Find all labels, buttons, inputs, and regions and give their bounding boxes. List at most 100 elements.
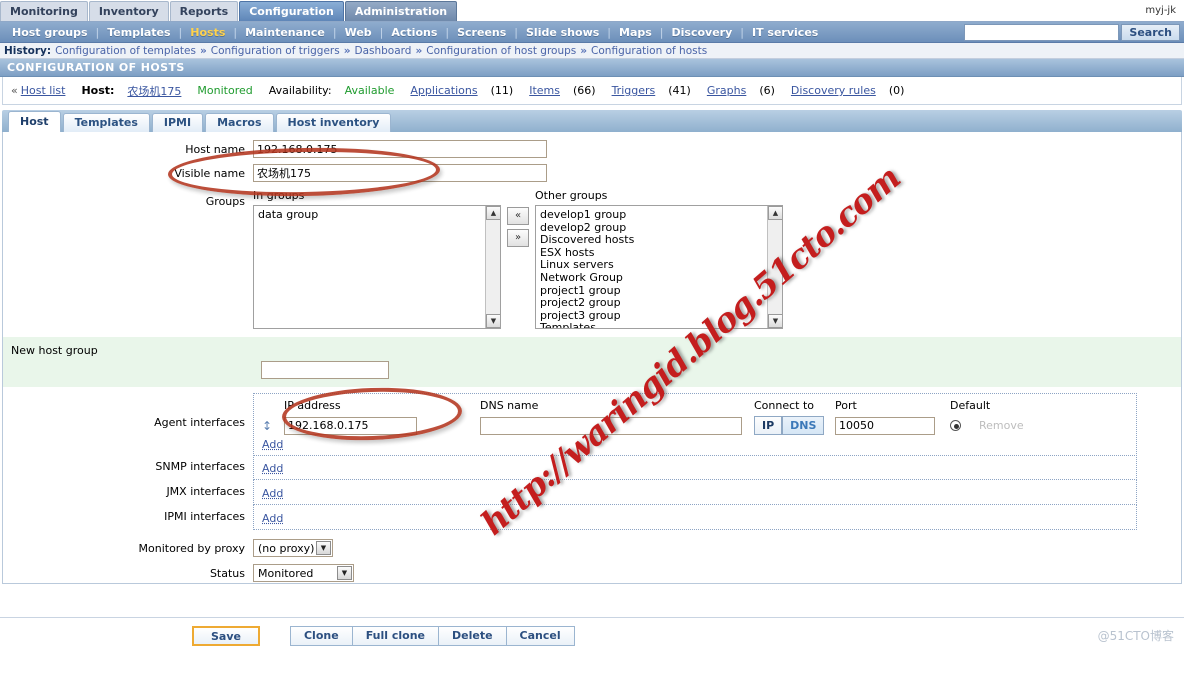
- list-item[interactable]: Discovered hosts: [540, 234, 782, 247]
- agent-interfaces-table: IP address DNS name Connect to Port Defa…: [253, 393, 1137, 456]
- scroll-up-icon[interactable]: ▲: [486, 206, 500, 220]
- agent-dns-name-input[interactable]: [480, 416, 742, 435]
- scroll-down-icon[interactable]: ▼: [486, 314, 500, 328]
- host-label: Host:: [81, 84, 115, 97]
- agent-port-input[interactable]: [835, 416, 935, 435]
- tab-ipmi[interactable]: IPMI: [151, 113, 204, 132]
- sub-menu-bar: Host groups | Templates | Hosts | Mainte…: [0, 22, 1184, 43]
- host-name-input[interactable]: [253, 140, 547, 158]
- triggers-link[interactable]: Triggers: [612, 84, 656, 97]
- add-jmx-interface-link[interactable]: Add: [262, 487, 283, 500]
- move-to-in-groups-button[interactable]: «: [507, 207, 529, 225]
- host-name-link[interactable]: 农场机175: [127, 83, 181, 99]
- top-menu-item-administration[interactable]: Administration: [344, 1, 458, 21]
- sub-menu-item-host-groups[interactable]: Host groups: [4, 26, 96, 39]
- sub-menu-item-slide-shows[interactable]: Slide shows: [518, 26, 607, 39]
- form-row-status: Status Monitored ▼: [3, 564, 1181, 584]
- history-item-configuration-of-triggers[interactable]: Configuration of triggers: [211, 45, 340, 57]
- history-item-dashboard[interactable]: Dashboard: [355, 45, 412, 57]
- monitored-by-proxy-select[interactable]: (no proxy) ▼: [253, 539, 333, 557]
- discovery-rules-link[interactable]: Discovery rules: [791, 84, 876, 97]
- in-groups-list[interactable]: data group ▲ ▼: [253, 205, 501, 329]
- connect-to-dns-button[interactable]: DNS: [782, 416, 825, 435]
- applications-link[interactable]: Applications: [410, 84, 477, 97]
- in-groups-caption: In groups: [253, 189, 305, 202]
- tab-macros[interactable]: Macros: [205, 113, 274, 132]
- scroll-up-icon[interactable]: ▲: [768, 206, 782, 220]
- add-ipmi-interface-link[interactable]: Add: [262, 512, 283, 525]
- items-link[interactable]: Items: [529, 84, 560, 97]
- connect-to-toggle: IP DNS: [754, 416, 835, 435]
- status-label: Status: [209, 567, 245, 580]
- dns-name-column-header: DNS name: [480, 399, 539, 412]
- sub-menu-item-templates[interactable]: Templates: [99, 26, 178, 39]
- list-item[interactable]: Network Group: [540, 271, 782, 285]
- add-agent-interface-link[interactable]: Add: [262, 438, 283, 451]
- triggers-count: (41): [668, 84, 691, 97]
- tab-host-inventory[interactable]: Host inventory: [275, 113, 392, 132]
- tab-templates[interactable]: Templates: [62, 113, 150, 132]
- delete-button[interactable]: Delete: [438, 625, 506, 646]
- search-input[interactable]: [964, 23, 1120, 41]
- other-groups-scrollbar[interactable]: ▲ ▼: [767, 206, 782, 328]
- top-menu-item-configuration[interactable]: Configuration: [239, 1, 344, 21]
- search-area: Search: [964, 23, 1184, 41]
- visible-name-input[interactable]: [253, 164, 547, 182]
- other-groups-caption: Other groups: [535, 189, 608, 202]
- sub-menu-item-hosts[interactable]: Hosts: [182, 26, 233, 39]
- add-snmp-interface-link[interactable]: Add: [262, 462, 283, 475]
- move-to-other-groups-button[interactable]: »: [507, 229, 529, 247]
- sub-menu-item-screens[interactable]: Screens: [449, 26, 514, 39]
- sub-menu-item-maps[interactable]: Maps: [611, 26, 660, 39]
- top-menu-item-inventory[interactable]: Inventory: [88, 1, 169, 21]
- clone-button[interactable]: Clone: [289, 625, 352, 646]
- list-item[interactable]: develop1 group: [540, 208, 782, 222]
- other-groups-list[interactable]: develop1 group develop2 group Discovered…: [535, 205, 783, 329]
- cancel-button[interactable]: Cancel: [505, 625, 575, 646]
- list-item[interactable]: Templates: [540, 322, 782, 328]
- history-item-configuration-of-hosts[interactable]: Configuration of hosts: [591, 45, 707, 57]
- chevron-down-icon[interactable]: ▼: [316, 541, 331, 555]
- drag-handle-icon[interactable]: ↕: [262, 419, 284, 433]
- host-configuration-form: Host name Visible name Groups In groups …: [2, 132, 1182, 584]
- agent-ip-address-input[interactable]: [284, 416, 417, 435]
- list-item[interactable]: data group: [258, 208, 500, 222]
- default-interface-radio[interactable]: [950, 420, 961, 431]
- agent-interfaces-label: Agent interfaces: [154, 416, 245, 429]
- graphs-link[interactable]: Graphs: [707, 84, 746, 97]
- monitored-by-proxy-label: Monitored by proxy: [138, 542, 245, 555]
- ipmi-interfaces-label: IPMI interfaces: [164, 510, 245, 523]
- back-chevron-icon: «: [11, 84, 18, 97]
- form-row-new-host-group: New host group: [3, 341, 1181, 361]
- form-row-monitored-by-proxy: Monitored by proxy (no proxy) ▼: [3, 539, 1181, 559]
- sub-menu-item-actions[interactable]: Actions: [383, 26, 445, 39]
- full-clone-button[interactable]: Full clone: [351, 625, 438, 646]
- tab-host[interactable]: Host: [8, 111, 61, 132]
- sub-menu-item-maintenance[interactable]: Maintenance: [237, 26, 333, 39]
- page-title: CONFIGURATION OF HOSTS: [0, 59, 1184, 77]
- form-row-host-name: Host name: [3, 140, 1181, 160]
- connect-to-ip-button[interactable]: IP: [754, 416, 783, 435]
- top-menu-item-reports[interactable]: Reports: [169, 1, 239, 21]
- other-groups-column: Other groups develop1 group develop2 gro…: [535, 189, 783, 329]
- scroll-down-icon[interactable]: ▼: [768, 314, 782, 328]
- availability-value: Available: [344, 84, 395, 97]
- top-menu-item-monitoring[interactable]: Monitoring: [0, 1, 88, 21]
- list-item[interactable]: project2 group: [540, 297, 782, 310]
- jmx-interfaces-label: JMX interfaces: [166, 485, 245, 498]
- monitored-by-proxy-value: (no proxy): [258, 541, 315, 555]
- history-item-configuration-of-templates[interactable]: Configuration of templates: [55, 45, 196, 57]
- sub-menu-item-it-services[interactable]: IT services: [744, 26, 826, 39]
- history-item-configuration-of-host-groups[interactable]: Configuration of host groups: [426, 45, 576, 57]
- sub-menu-item-web[interactable]: Web: [337, 26, 380, 39]
- agent-interfaces-header-row: IP address DNS name Connect to Port Defa…: [262, 399, 1136, 412]
- sub-menu-item-discovery[interactable]: Discovery: [664, 26, 741, 39]
- status-select[interactable]: Monitored ▼: [253, 564, 354, 582]
- host-list-link[interactable]: Host list: [21, 84, 66, 97]
- save-button[interactable]: Save: [192, 625, 260, 646]
- chevron-down-icon[interactable]: ▼: [337, 566, 352, 580]
- search-button[interactable]: Search: [1121, 23, 1180, 41]
- new-host-group-input[interactable]: [261, 361, 389, 379]
- graphs-count: (6): [759, 84, 775, 97]
- in-groups-scrollbar[interactable]: ▲ ▼: [485, 206, 500, 328]
